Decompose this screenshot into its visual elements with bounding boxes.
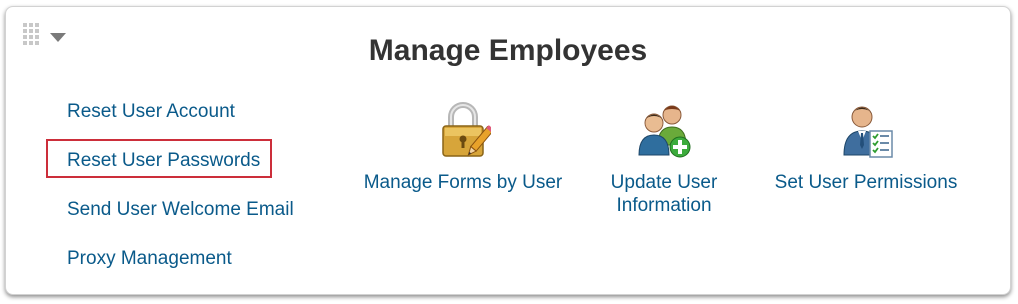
- card-title: Manage Employees: [368, 34, 648, 67]
- padlock-pencil-icon: [442, 102, 491, 157]
- proxy-management-link[interactable]: Proxy Management: [67, 247, 294, 296]
- highlight-box: [46, 139, 272, 178]
- send-user-welcome-email-link[interactable]: Send User Welcome Email: [67, 198, 294, 247]
- set-user-permissions-tile[interactable]: Set User Permissions: [766, 99, 966, 194]
- set-user-permissions-label: Set User Permissions: [774, 172, 958, 193]
- manage-forms-by-user-tile[interactable]: Manage Forms by User: [363, 99, 563, 194]
- user-checklist-icon: [843, 106, 893, 158]
- update-user-information-tile[interactable]: Update User Information: [564, 99, 764, 217]
- manage-forms-by-user-label: Manage Forms by User: [363, 172, 563, 193]
- update-user-information-label: Update User Information: [610, 172, 718, 216]
- manage-employees-card: Manage Employees Reset User Account Rese…: [5, 6, 1011, 295]
- users-add-icon: [638, 105, 691, 158]
- quick-links-list: Reset User Account Reset User Passwords …: [67, 100, 294, 296]
